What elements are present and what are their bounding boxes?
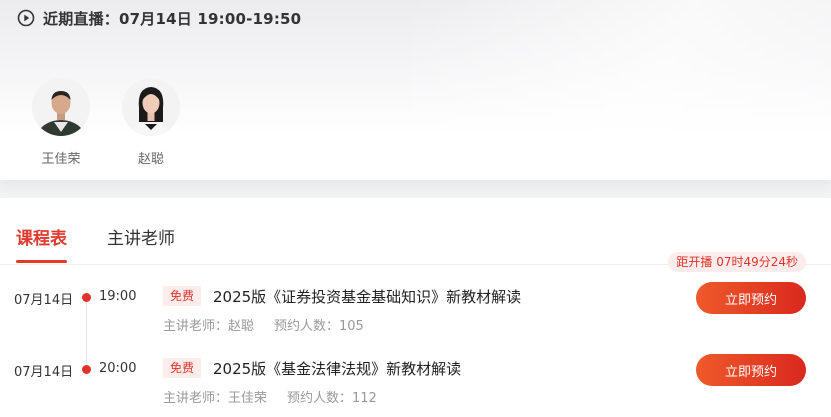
countdown-badge: 距开播 07时49分24秒 [668,252,806,272]
course-title[interactable]: 2025版《证券投资基金基础知识》新教材解读 [213,286,521,307]
book-now-button[interactable]: 立即预约 [696,354,806,386]
course-booked-count: 预约人数：105 [274,319,364,334]
course-date: 07月14日 [14,365,74,380]
teacher-list: 王佳荣 赵聪 [30,78,182,167]
free-tag: 免费 [163,358,202,378]
course-item: 07月14日 20:00 免费 2025版《基金法律法规》新教材解读 主讲老师：… [0,354,831,414]
timeline-dot [82,365,91,374]
teacher-card[interactable]: 王佳荣 [30,78,92,167]
free-tag: 免费 [163,286,202,306]
course-time: 20:00 [99,361,137,376]
course-title[interactable]: 2025版《基金法律法规》新教材解读 [213,358,461,379]
course-meta: 主讲老师：赵聪 预约人数：105 [163,315,364,334]
avatar [32,78,90,136]
timeline-dot [82,293,91,302]
live-header-card: 近期直播：07月14日 19:00-19:50 王佳荣 赵聪 [0,0,831,180]
tab-schedule[interactable]: 课程表 [16,224,67,263]
upcoming-live-label: 近期直播：07月14日 19:00-19:50 [43,9,302,28]
course-item: 07月14日 19:00 免费 2025版《证券投资基金基础知识》新教材解读 主… [0,282,831,342]
teacher-card[interactable]: 赵聪 [120,78,182,167]
tab-teachers[interactable]: 主讲老师 [107,224,175,263]
course-teacher: 主讲老师：赵聪 [163,319,255,334]
course-time: 19:00 [99,289,137,304]
tab-bar: 课程表 主讲老师 [16,224,175,263]
course-booked-count: 预约人数：112 [287,391,377,406]
course-date: 07月14日 [14,293,74,308]
course-meta: 主讲老师：王佳荣 预约人数：112 [163,387,377,406]
upcoming-live-row: 近期直播：07月14日 19:00-19:50 [17,8,301,28]
schedule-card: 课程表 主讲老师 距开播 07时49分24秒 07月14日 19:00 免费 2… [0,198,831,417]
course-teacher: 主讲老师：王佳荣 [163,391,268,406]
play-circle-icon [17,9,35,27]
teacher-name: 王佳荣 [41,152,81,167]
avatar [122,78,180,136]
book-now-button[interactable]: 立即预约 [696,282,806,314]
teacher-name: 赵聪 [137,152,164,167]
